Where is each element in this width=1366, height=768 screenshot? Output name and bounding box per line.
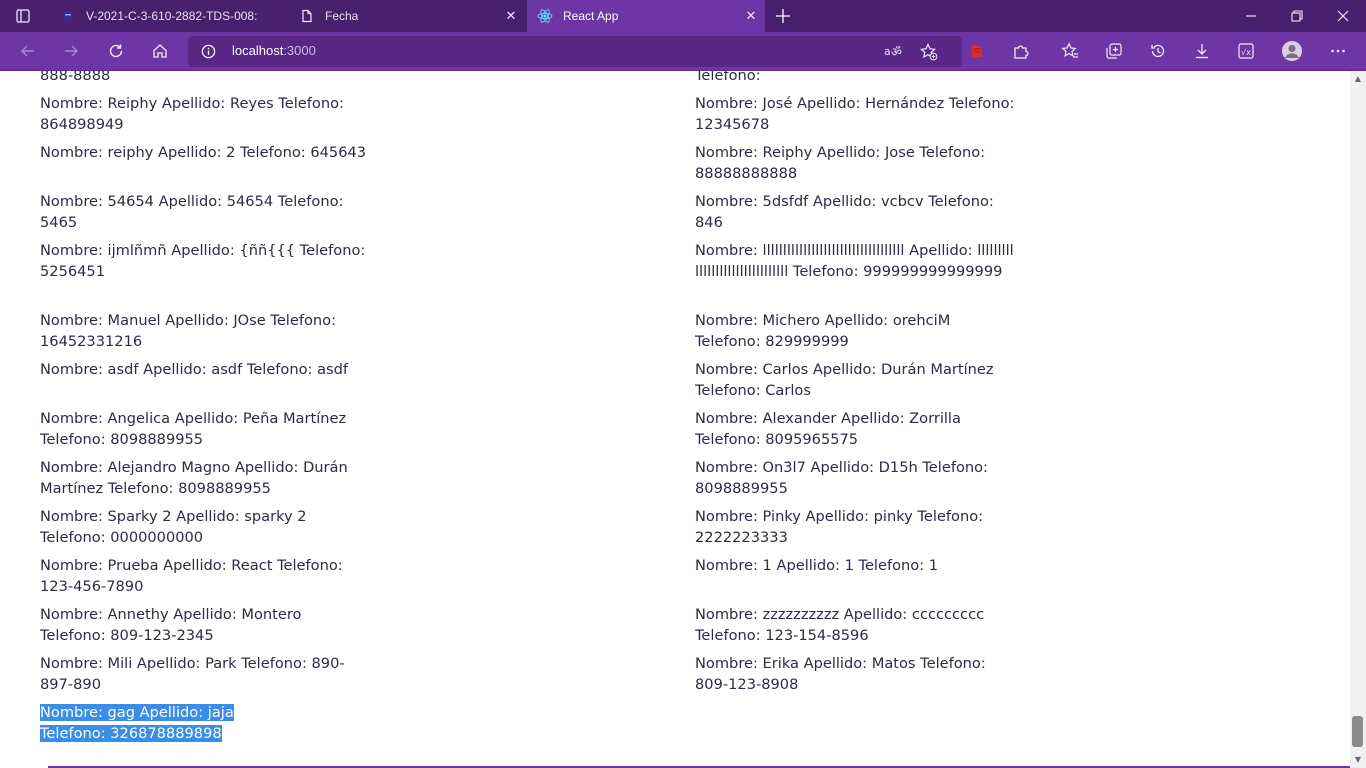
contact-entry-clipped: Telefono: [695,71,761,84]
close-tab-icon[interactable]: ✕ [743,8,759,24]
tab-title: Fecha [325,9,359,23]
contact-entry: Nombre: llllllllllllllllllllllllllllllll… [695,242,1014,280]
tab-title: V-2021-C-3-610-2882-TDS-008: T [86,9,258,23]
contact-entry: Nombre: 1 Apellido: 1 Telefono: 1 [695,557,939,574]
tab-actions-button[interactable] [0,0,46,32]
contact-entry: Nombre: On3l7 Apellido: D15h Telefono: 8… [695,459,988,497]
contact-entry: Nombre: asdf Apellido: asdf Telefono: as… [40,361,349,378]
download-icon [1196,44,1208,59]
contact-entry: Nombre: Angelica Apellido: Peña Martínez… [40,410,347,448]
minimize-button[interactable] [1228,0,1274,32]
puzzle-icon [1014,45,1029,59]
scrollbar-thumb[interactable] [1352,716,1363,747]
downloads-button[interactable] [1186,35,1218,67]
page-icon [299,8,315,24]
scroll-up-arrow-icon[interactable]: ▲ [1352,74,1364,84]
tab-fecha[interactable]: Fecha ✕ [289,0,525,32]
collections-button[interactable] [1098,35,1130,67]
scroll-down-arrow-icon[interactable]: ▼ [1352,755,1364,765]
contact-entry: Nombre: Manuel Apellido: JOse Telefono: … [40,312,336,350]
tab-react-app[interactable]: React App ✕ [527,0,765,32]
home-icon [153,44,167,58]
contact-entry: Nombre: Reiphy Apellido: Jose Telefono: … [695,144,986,182]
close-icon [1337,10,1349,22]
contact-entry: Nombre: Alexander Apellido: Zorrilla Tel… [695,410,961,448]
info-icon[interactable] [201,44,216,59]
contact-entry: Nombre: Prueba Apellido: React Telefono:… [40,557,343,595]
contact-entry-selected: Nombre: gag Apellido: jaja Telefono: 326… [40,702,296,744]
document-icon [60,8,76,24]
contact-entry: Nombre: reiphy Apellido: 2 Telefono: 645… [40,144,367,161]
extensions-button[interactable] [1005,35,1037,67]
extension-button[interactable] [961,35,993,67]
history-icon [1151,44,1165,58]
home-button[interactable] [144,35,176,67]
contact-entry: Nombre: Sparky 2 Apellido: sparky 2 Tele… [40,508,307,546]
history-button[interactable] [1142,35,1174,67]
selected-text: Nombre: gag Apellido: jaja Telefono: 326… [40,704,234,742]
tab-title: React App [563,9,619,23]
contact-entry: Nombre: 5dsfdf Apellido: vcbcv Telefono:… [695,193,994,231]
math-solver-icon: √x [1238,43,1254,59]
avatar-icon [1282,41,1302,61]
page-content: 888-8888 Telefono: Nombre: Reiphy Apelli… [0,71,1350,768]
profile-button[interactable] [1276,35,1308,67]
contact-entry: Nombre: Alejandro Magno Apellido: Durán … [40,459,348,497]
contact-entry-clipped: 888-8888 [40,71,111,84]
extension-red-icon [972,45,982,57]
svg-text:√x: √x [1241,48,1251,57]
react-icon [537,8,553,24]
restore-button[interactable] [1274,0,1320,32]
url-host: localhost [232,43,284,58]
refresh-button[interactable] [100,35,132,67]
contact-entry: Nombre: ijmlñmñ Apellido: {ññ{{{ Telefon… [40,242,366,280]
svg-text:a: a [884,45,891,58]
new-tab-button[interactable] [760,0,806,32]
collections-icon [1106,43,1122,59]
url-port: :3000 [283,43,316,58]
address-bar[interactable]: localhost:3000 aॐ [188,36,962,67]
contact-entry: Nombre: José Apellido: Hernández Telefon… [695,95,1015,133]
contact-entry: Nombre: zzzzzzzzzz Apellido: ccccccccc T… [695,606,985,644]
contact-entry: Nombre: 54654 Apellido: 54654 Telefono: … [40,193,344,231]
tab-actions-icon [16,9,30,23]
contact-entry: Nombre: Erika Apellido: Matos Telefono: … [695,655,986,693]
favorites-button[interactable] [1054,35,1086,67]
contact-entry: Nombre: Mili Apellido: Park Telefono: 89… [40,655,345,693]
more-icon [1331,49,1345,53]
math-solver-button[interactable]: √x [1230,35,1262,67]
tab-assignment[interactable]: V-2021-C-3-610-2882-TDS-008: T [50,0,278,32]
forward-button[interactable] [55,35,87,67]
plus-icon [776,9,790,23]
back-button[interactable] [12,35,44,67]
contact-entry: Nombre: Pinky Apellido: pinky Telefono: … [695,508,984,546]
refresh-icon [109,44,123,58]
contact-entry: Nombre: Reiphy Apellido: Reyes Telefono:… [40,95,344,133]
contact-entry: Nombre: Annethy Apellido: Montero Telefo… [40,606,302,644]
close-window-button[interactable] [1320,0,1366,32]
svg-text:ॐ: ॐ [891,45,902,59]
url-text: localhost:3000 [232,43,316,58]
browser-toolbar: localhost:3000 aॐ √x [0,32,1366,71]
minimize-icon [1246,15,1256,17]
favorites-icon [1061,42,1078,58]
forward-arrow-icon [65,45,78,57]
back-arrow-icon [21,45,34,57]
tab-strip: V-2021-C-3-610-2882-TDS-008: T Fecha ✕ R… [0,0,1366,32]
contact-entry: Nombre: Michero Apellido: orehciM Telefo… [695,312,951,350]
contact-entry: Nombre: Carlos Apellido: Durán Martínez … [695,361,994,399]
add-favorite-icon[interactable] [920,43,938,61]
close-tab-icon[interactable]: ✕ [503,8,519,24]
settings-menu-button[interactable] [1322,35,1354,67]
vertical-scrollbar[interactable] [1350,71,1366,768]
restore-icon [1291,10,1303,22]
translate-icon[interactable]: aॐ [884,43,902,59]
